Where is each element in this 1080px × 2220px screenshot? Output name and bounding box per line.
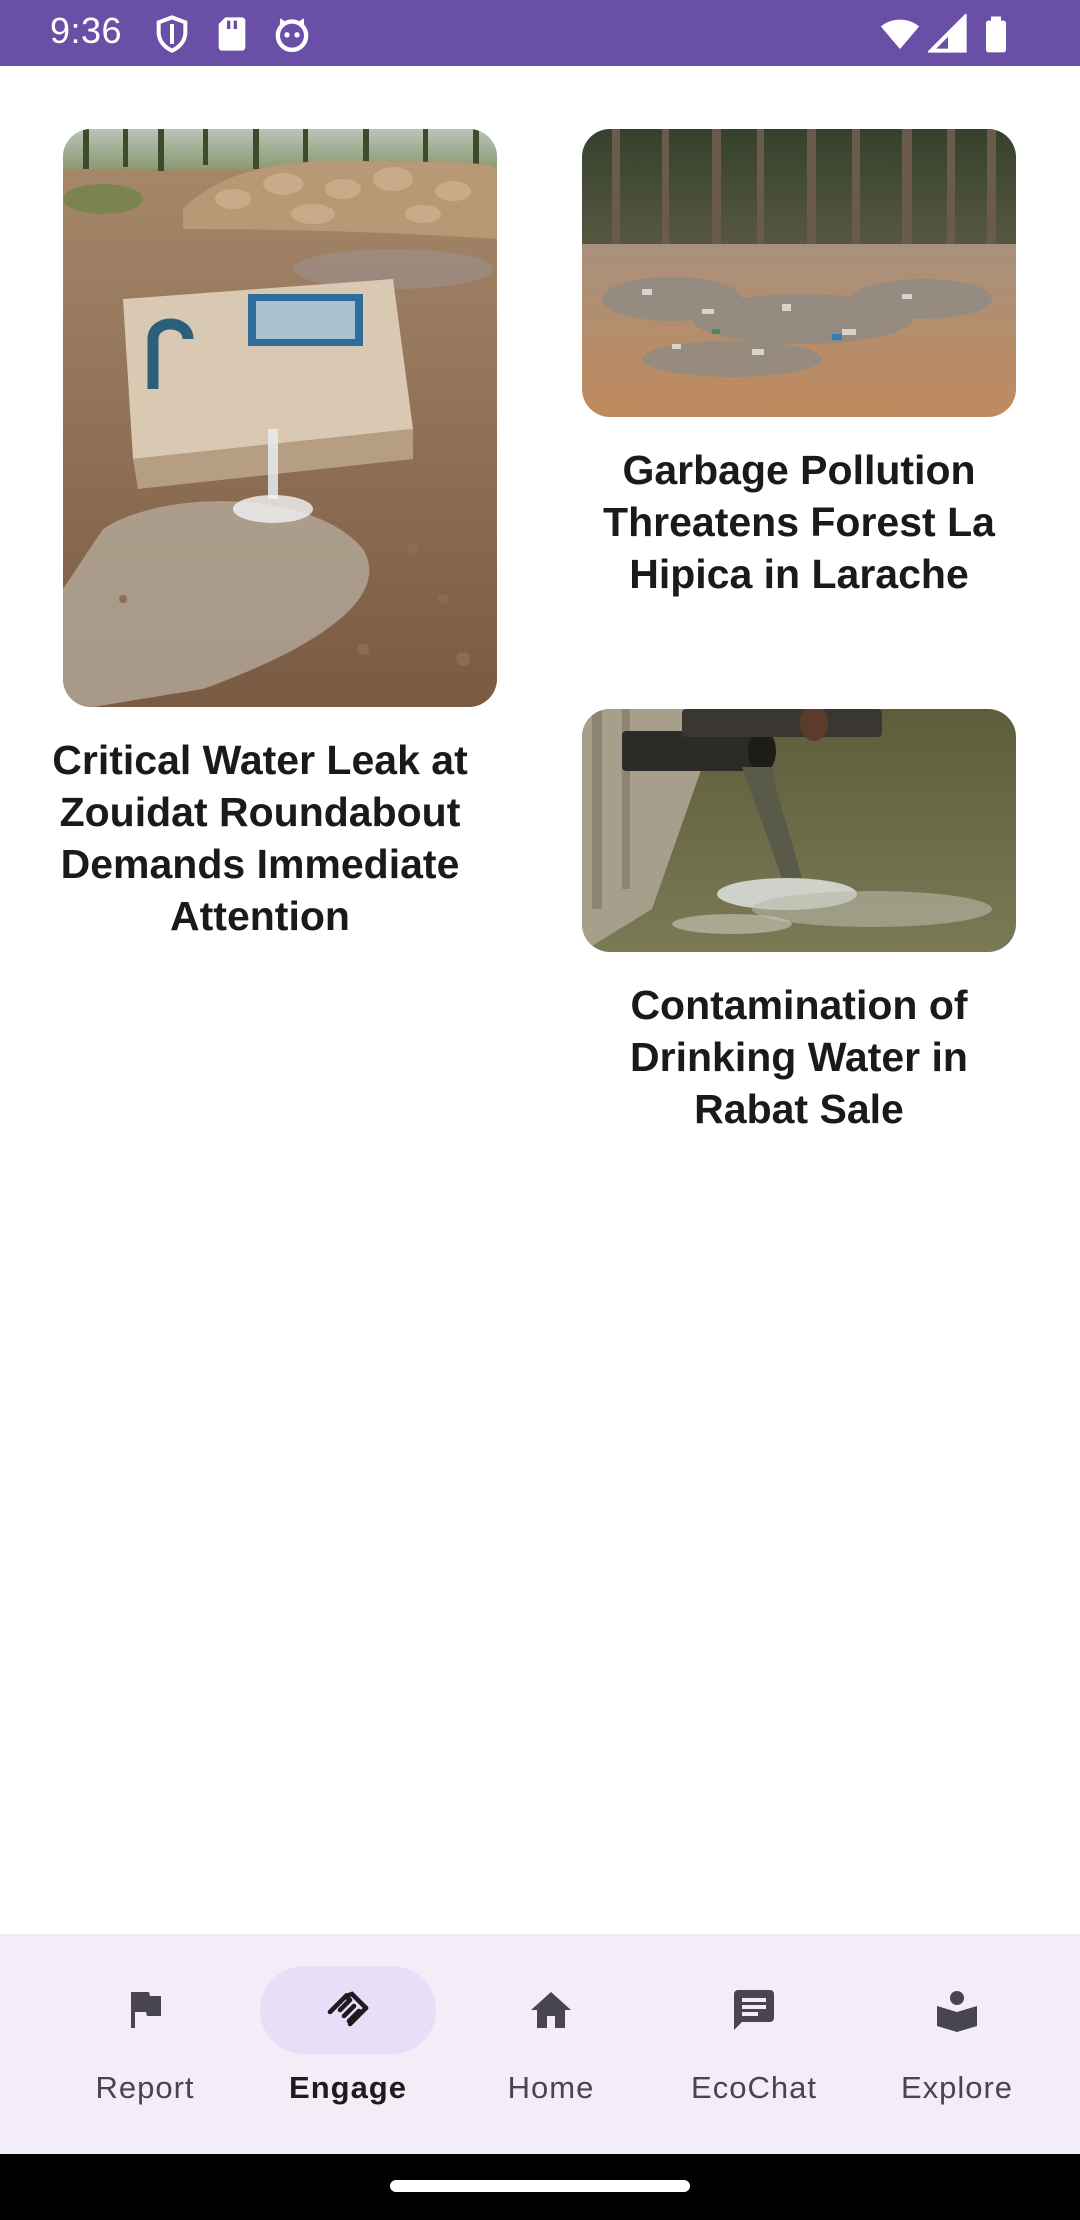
explore-book-icon: [937, 1991, 977, 2032]
nav-item-home[interactable]: Home: [451, 1966, 651, 2126]
signal-icon: [928, 14, 967, 53]
bottom-navigation: Report Engage Home EcoChat Explore: [0, 1934, 1080, 2154]
flag-icon: [131, 1992, 161, 2028]
handshake-icon: [327, 1991, 369, 2027]
nav-label: Home: [507, 2070, 595, 2105]
home-gesture-handle[interactable]: [390, 2180, 690, 2192]
cat-face-icon: [275, 18, 309, 53]
report-card[interactable]: Garbage Pollution Threatens Forest La Hi…: [560, 66, 1080, 626]
nav-label: EcoChat: [691, 2070, 817, 2105]
home-icon: [531, 1992, 571, 2028]
report-card[interactable]: Contamination of Drinking Water in Rabat…: [560, 646, 1080, 1246]
report-grid: Critical Water Leak at Zouidat Roundabou…: [0, 66, 1080, 1934]
report-title[interactable]: Critical Water Leak at Zouidat Roundabou…: [30, 734, 490, 942]
water-leak-photo[interactable]: [63, 129, 497, 707]
status-bar: 9:36: [0, 0, 1080, 66]
nav-label: Report: [95, 2070, 195, 2105]
sd-card-icon: [218, 17, 246, 51]
nav-label: Explore: [900, 2070, 1014, 2105]
nav-item-report[interactable]: Report: [45, 1966, 245, 2126]
nav-item-explore[interactable]: Explore: [857, 1966, 1057, 2126]
wifi-icon: [880, 19, 920, 49]
report-card[interactable]: Critical Water Leak at Zouidat Roundabou…: [0, 66, 520, 966]
report-title[interactable]: Garbage Pollution Threatens Forest La Hi…: [570, 444, 1028, 600]
nav-item-ecochat[interactable]: EcoChat: [654, 1966, 854, 2126]
system-navigation-bar: [0, 2154, 1080, 2220]
shield-icon: [156, 15, 188, 53]
nav-item-engage[interactable]: Engage: [248, 1966, 448, 2126]
nav-label: Engage: [289, 2070, 407, 2105]
sewage-pipe-photo[interactable]: [582, 709, 1016, 952]
status-time: 9:36: [50, 10, 123, 51]
report-title[interactable]: Contamination of Drinking Water in Rabat…: [570, 979, 1028, 1135]
battery-icon: [986, 16, 1006, 53]
chat-icon: [734, 1990, 774, 2030]
forest-garbage-photo[interactable]: [582, 129, 1016, 417]
